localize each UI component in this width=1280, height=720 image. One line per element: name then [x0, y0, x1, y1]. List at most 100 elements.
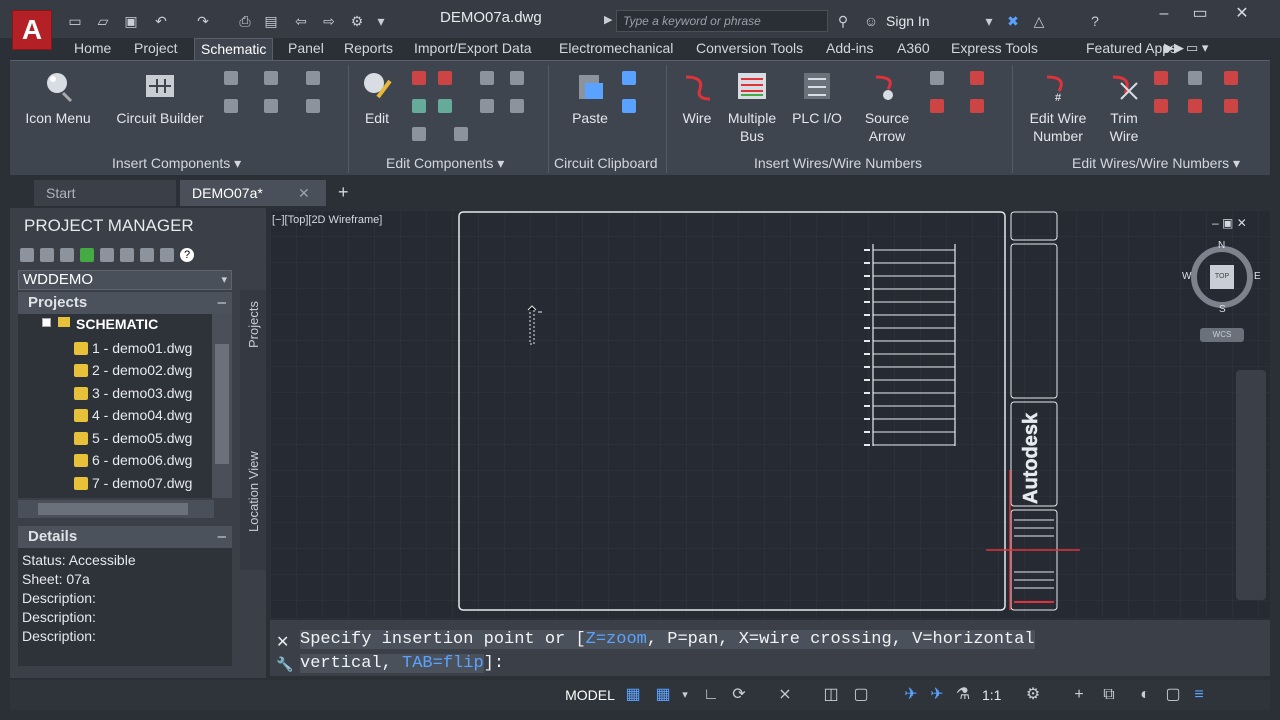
group-edit-components[interactable]: Edit Components ▾: [386, 155, 504, 172]
close-window-icon[interactable]: ✕: [1228, 4, 1256, 26]
close-viewport-icon[interactable]: ✕: [1237, 216, 1247, 230]
customization-icon[interactable]: ≡: [1190, 686, 1208, 704]
delete-wire-icon[interactable]: [1154, 71, 1168, 85]
plus-icon[interactable]: +: [1070, 686, 1088, 704]
group-insert-components[interactable]: Insert Components ▾: [112, 155, 241, 172]
close-tab-icon[interactable]: ✕: [298, 180, 310, 206]
insert-cable-icon[interactable]: [306, 99, 320, 113]
swap-component-icon[interactable]: [438, 99, 452, 113]
forward-arrow-icon[interactable]: ⇨: [320, 12, 338, 30]
project-properties-icon[interactable]: [120, 248, 134, 262]
wire-break-icon[interactable]: [970, 99, 984, 113]
tree-hscroll-thumb[interactable]: [38, 503, 188, 515]
sign-in-link[interactable]: Sign In: [886, 13, 930, 29]
tab-conversion-tools[interactable]: Conversion Tools: [690, 38, 809, 60]
wcs-menu[interactable]: WCS: [1200, 328, 1244, 342]
tab-panel[interactable]: Panel: [282, 38, 330, 60]
tree-scrollbar[interactable]: [212, 314, 232, 498]
more-tabs-icon[interactable]: ▶▶: [1164, 40, 1184, 56]
stretch-wire-icon[interactable]: [1188, 71, 1202, 85]
tree-item-file[interactable]: 6 - demo06.dwg: [74, 452, 192, 468]
osnap-dropdown-icon[interactable]: ▢: [852, 686, 870, 704]
tab-import-export[interactable]: Import/Export Data: [408, 38, 538, 60]
isolate-icon[interactable]: ⧉: [1100, 686, 1118, 704]
signin-dropdown-icon[interactable]: ▾: [980, 12, 998, 30]
group-edit-wires[interactable]: Edit Wires/Wire Numbers ▾: [1072, 155, 1240, 172]
snap-icon[interactable]: ▦: [654, 686, 672, 704]
plc-io-button[interactable]: PLC I/O: [788, 69, 846, 127]
attribute-icon[interactable]: [412, 127, 426, 141]
help-icon[interactable]: ?: [1086, 12, 1104, 30]
model-space-button[interactable]: MODEL: [562, 684, 618, 706]
project-tasks-icon[interactable]: [100, 248, 114, 262]
cut-icon[interactable]: [622, 71, 636, 85]
application-menu-button[interactable]: A: [12, 10, 52, 50]
open-project-icon[interactable]: [20, 248, 34, 262]
help-icon[interactable]: ?: [180, 248, 194, 262]
tab-project[interactable]: Project: [128, 38, 184, 60]
tab-current-drawing[interactable]: DEMO07a* ✕: [180, 180, 326, 206]
minimize-icon[interactable]: –: [1150, 4, 1178, 26]
viewcube[interactable]: TOP N S E W WCS: [1182, 240, 1262, 342]
open-icon[interactable]: ▱: [94, 12, 112, 30]
wrench-icon[interactable]: 🔧: [276, 656, 293, 673]
exchange-icon[interactable]: ✖: [1004, 12, 1022, 30]
insert-connector-icon[interactable]: [224, 99, 238, 113]
project-select[interactable]: WDDEMO ▾: [18, 270, 232, 290]
side-tab-location-view[interactable]: Location View: [246, 451, 261, 532]
print-icon[interactable]: ⎙: [236, 12, 254, 30]
tab-schematic[interactable]: Schematic: [194, 38, 274, 60]
polar-icon[interactable]: ⟳: [730, 686, 748, 704]
toggle-wire-icon[interactable]: [1188, 99, 1202, 113]
refresh-icon[interactable]: [80, 248, 94, 262]
group-circuit-clipboard[interactable]: Circuit Clipboard: [554, 155, 657, 171]
tree-item-file[interactable]: 3 - demo03.dwg: [74, 385, 192, 401]
insert-ladder-icon[interactable]: [264, 71, 278, 85]
osnap-tracking-icon[interactable]: ⨯: [776, 686, 794, 704]
ortho-icon[interactable]: ∟: [702, 686, 720, 704]
settings-icon[interactable]: [160, 248, 174, 262]
expand-search-icon[interactable]: ▶: [604, 13, 612, 26]
minimize-viewport-icon[interactable]: –: [1212, 216, 1219, 230]
clean-screen-icon[interactable]: ▢: [1164, 686, 1182, 704]
tree-hscrollbar[interactable]: [18, 500, 214, 518]
wire-number-icon[interactable]: [930, 71, 944, 85]
a360-icon[interactable]: △: [1030, 12, 1048, 30]
insert-splice-icon[interactable]: [264, 99, 278, 113]
edit-wire-number-button[interactable]: # Edit Wire Number: [1022, 69, 1094, 145]
hardware-acceleration-icon[interactable]: ◐: [1136, 686, 1154, 704]
customize-dropdown-icon[interactable]: ▾: [372, 12, 390, 30]
option-zoom[interactable]: Z=zoom: [585, 630, 647, 649]
copy-icon[interactable]: [622, 99, 636, 113]
annotation-visibility-icon[interactable]: ✈: [902, 686, 920, 704]
viewport-controls[interactable]: [−][Top][2D Wireframe]: [272, 214, 382, 226]
tree-item-file[interactable]: 1 - demo01.dwg: [74, 340, 192, 356]
tab-electromechanical[interactable]: Electromechanical: [553, 38, 679, 60]
wire-color-icon[interactable]: [1224, 99, 1238, 113]
source-arrow-button[interactable]: Source Arrow: [854, 69, 920, 145]
tab-express-tools[interactable]: Express Tools: [945, 38, 1044, 60]
insert-terminal-icon[interactable]: [306, 71, 320, 85]
new-tab-icon[interactable]: +: [338, 182, 349, 203]
icon-menu-button[interactable]: Icon Menu: [22, 69, 94, 127]
tab-a360[interactable]: A360: [891, 38, 936, 60]
scoot-icon[interactable]: [480, 71, 494, 85]
multiple-bus-button[interactable]: Multiple Bus: [724, 69, 780, 145]
cross-reference-icon[interactable]: [454, 127, 468, 141]
wire-button[interactable]: Wire: [676, 69, 718, 127]
toggle-no-nc-icon[interactable]: [510, 99, 524, 113]
insert-component-icon[interactable]: [224, 71, 238, 85]
tab-home[interactable]: Home: [68, 38, 117, 60]
new-icon[interactable]: ▭: [66, 12, 84, 30]
collapse-icon[interactable]: –: [218, 526, 226, 548]
undo-icon[interactable]: ↶: [152, 12, 170, 30]
osnap-icon[interactable]: ◫: [822, 686, 840, 704]
copy-component-icon[interactable]: [412, 99, 426, 113]
new-project-icon[interactable]: [40, 248, 54, 262]
tab-add-ins[interactable]: Add-ins: [820, 38, 879, 60]
ribbon-options-icon[interactable]: ▭ ▾: [1186, 40, 1208, 56]
workspace-gear-icon[interactable]: ⚙: [1024, 686, 1042, 704]
new-drawing-icon[interactable]: [60, 248, 74, 262]
wire-gap-icon[interactable]: [930, 99, 944, 113]
group-insert-wires[interactable]: Insert Wires/Wire Numbers: [754, 155, 922, 171]
